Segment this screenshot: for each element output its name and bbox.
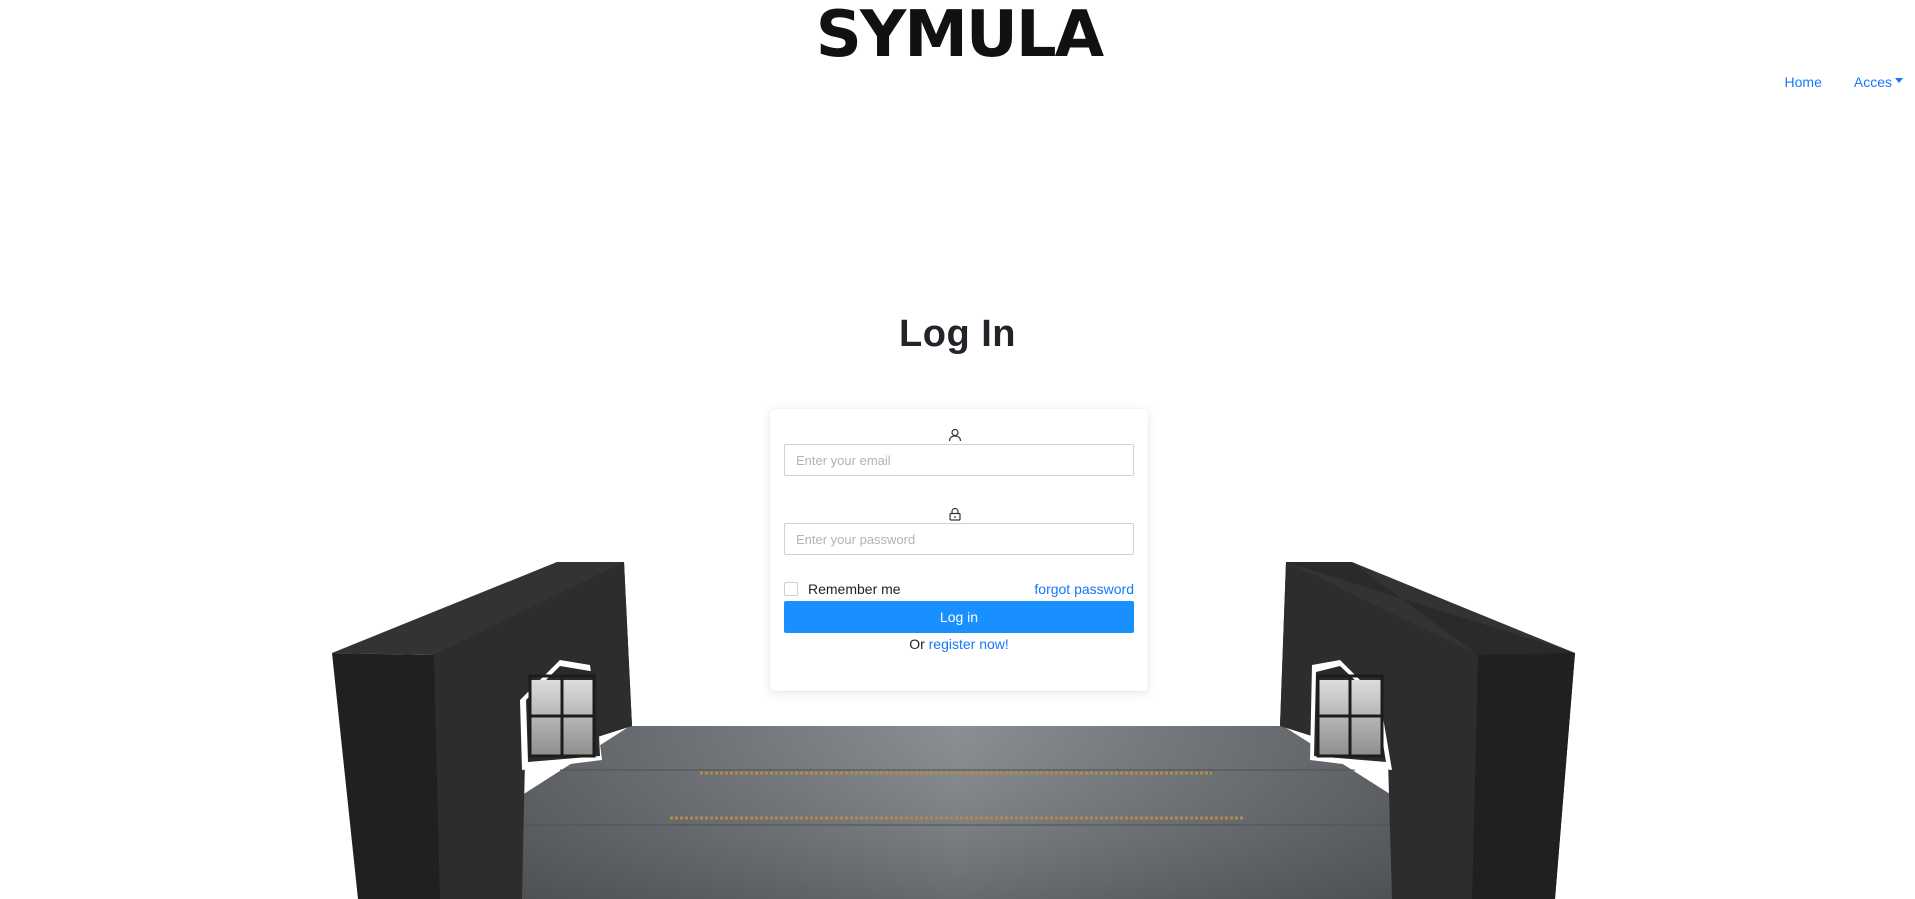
caret-down-icon [1895, 77, 1903, 83]
top-nav: Home Acces [1785, 74, 1903, 90]
register-link[interactable]: register now! [929, 636, 1009, 652]
register-prefix: Or [909, 636, 925, 652]
nav-access-label: Acces [1853, 74, 1892, 90]
nav-home-link[interactable]: Home [1785, 74, 1822, 90]
user-icon [948, 428, 962, 442]
page-title: Log In [899, 313, 1016, 355]
login-page: SYMULA Home Acces Log In Remember me for… [0, 0, 1915, 899]
remember-me-checkbox[interactable] [784, 582, 798, 596]
symula-logo: SYMULA [816, 0, 1107, 66]
nav-access-dropdown[interactable]: Acces [1854, 74, 1903, 90]
svg-text:SYMULA: SYMULA [816, 0, 1105, 66]
login-button[interactable]: Log in [784, 601, 1134, 633]
password-input[interactable] [784, 523, 1134, 555]
register-line: Or register now! [770, 636, 1148, 652]
lock-icon [949, 507, 961, 521]
login-form-card: Remember me forgot password Log in Or re… [770, 409, 1148, 691]
remember-me-control[interactable]: Remember me [784, 581, 901, 597]
remember-me-label: Remember me [808, 581, 901, 597]
email-input[interactable] [784, 444, 1134, 476]
forgot-password-link[interactable]: forgot password [1034, 581, 1134, 597]
